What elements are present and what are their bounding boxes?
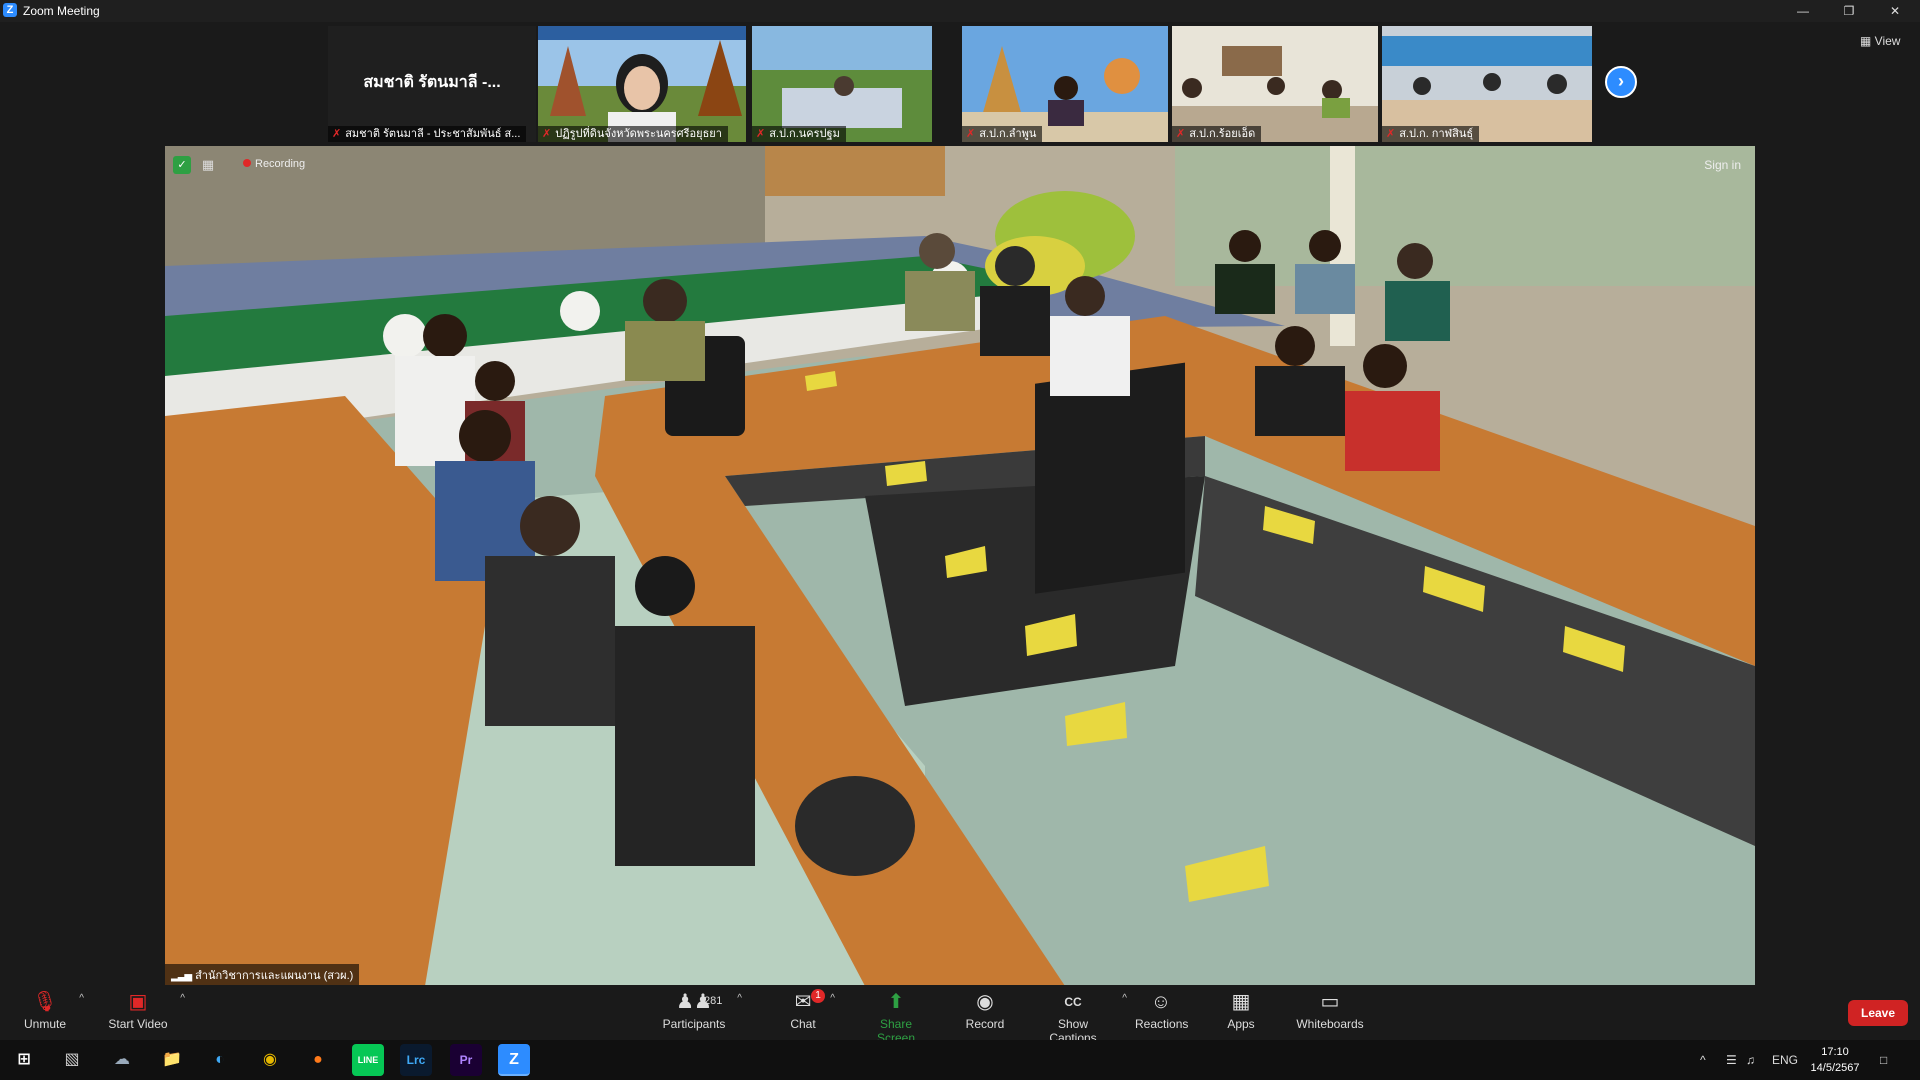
participant-name-tag: ✗ ส.ป.ก.ลำพูน [962, 126, 1043, 142]
close-icon[interactable]: ✕ [1872, 0, 1918, 22]
apps-icon: ▦ [1231, 991, 1251, 1013]
whiteboards-button[interactable]: ▭ Whiteboards [1296, 985, 1364, 1040]
participant-name-tag: ✗ ส.ป.ก. กาฬสินธุ์ [1382, 126, 1480, 142]
chevron-right-icon: › [1618, 71, 1624, 91]
participant-video [752, 26, 932, 142]
chat-button[interactable]: ✉ 1 Chat ^ [785, 985, 835, 1040]
clock-date: 14/5/2567 [1810, 1062, 1860, 1074]
audio-options-caret-icon[interactable]: ^ [79, 993, 84, 1004]
wifi-icon[interactable]: ☰ [1726, 1040, 1737, 1080]
next-page-button[interactable]: › [1605, 66, 1637, 98]
participant-name-tag: ✗ ส.ป.ก.นครปฐม [752, 126, 846, 142]
record-button[interactable]: ◉ Record [965, 985, 1005, 1040]
participant-name-tag: ✗ สมชาติ รัตนมาลี - ประชาสัมพันธ์ ส... [328, 126, 527, 142]
participant-tile[interactable]: ✗ ปฏิรูปที่ดินจังหวัดพระนครศรีอยุธยา [538, 26, 746, 142]
record-icon: ◉ [976, 991, 994, 1013]
task-view-icon[interactable]: ▧ [56, 1044, 88, 1076]
start-video-button[interactable]: ▣ Start Video ^ [105, 985, 185, 1040]
firefox-browser-icon[interactable]: ● [302, 1044, 334, 1076]
apps-button[interactable]: ▦ Apps [1226, 985, 1256, 1040]
lightroom-classic-icon[interactable]: Lrc [400, 1044, 432, 1076]
volume-icon[interactable]: ♫ [1746, 1040, 1755, 1080]
participant-name-tag: ✗ ส.ป.ก.ร้อยเอ็ด [1172, 126, 1262, 142]
mic-muted-icon: ✗ [756, 128, 766, 140]
windows-start-icon[interactable]: ⊞ [8, 1044, 40, 1076]
active-speaker-name-tag: ▂▃▅ สำนักวิชาการและแผนงาน (สวผ.) [165, 964, 360, 986]
participant-video [1382, 26, 1592, 142]
participant-tile[interactable]: สมชาติ รัตนมาลี -... ✗ สมชาติ รัตนมาลี - … [328, 26, 536, 142]
participants-button[interactable]: ♟♟ 281 Participants ^ [660, 985, 742, 1040]
participant-display-name: สมชาติ รัตนมาลี -... [363, 74, 501, 91]
participants-options-caret-icon[interactable]: ^ [737, 993, 742, 1004]
restore-icon[interactable]: ❐ [1826, 0, 1872, 22]
mic-off-icon: 🎙 [32, 991, 58, 1013]
view-button[interactable]: ▦ View [1860, 34, 1900, 48]
reactions-button[interactable]: ☺ Reactions [1135, 985, 1188, 1040]
mic-muted-icon: ✗ [542, 128, 552, 140]
active-speaker-video: ✓ ▦ Recording Sign in ▂▃▅ สำนักวิชาการและ… [165, 146, 1755, 986]
meeting-controls-toolbar: 🎙 Unmute ^ ▣ Start Video ^ ♟♟ 281 Partic… [0, 985, 1920, 1045]
system-clock[interactable]: 17:10 14/5/2567 [1805, 1044, 1865, 1076]
chat-unread-badge: 1 [811, 989, 825, 1003]
reactions-smiley-icon: ☺ [1150, 991, 1172, 1013]
title-bar: Z Zoom Meeting — ❐ ✕ [0, 0, 1920, 22]
meeting-room-scene [165, 146, 1755, 986]
photos-app-icon[interactable]: ☁ [106, 1044, 138, 1076]
chat-options-caret-icon[interactable]: ^ [830, 993, 835, 1004]
chrome-browser-icon[interactable]: ◉ [254, 1044, 286, 1076]
line-app-icon[interactable]: LINE [352, 1044, 384, 1076]
input-language-indicator[interactable]: ENG [1772, 1040, 1798, 1080]
grid-view-icon[interactable]: ▦ [199, 156, 217, 174]
participant-video [1172, 26, 1378, 142]
clock-time: 17:10 [1821, 1046, 1849, 1058]
unmute-button[interactable]: 🎙 Unmute ^ [20, 985, 84, 1040]
zoom-logo-icon: Z [3, 3, 17, 17]
recording-indicator[interactable]: Recording [243, 158, 305, 170]
mic-muted-icon: ✗ [966, 128, 976, 140]
mic-muted-icon: ✗ [332, 128, 342, 140]
video-options-caret-icon[interactable]: ^ [180, 993, 185, 1004]
participant-tile[interactable]: ✗ ส.ป.ก.ร้อยเอ็ด [1172, 26, 1378, 142]
view-grid-icon: ▦ [1860, 34, 1875, 48]
edge-browser-icon[interactable]: ◐ [204, 1044, 236, 1076]
leave-button[interactable]: Leave [1848, 1000, 1908, 1026]
participant-tile[interactable]: ✗ ส.ป.ก. กาฬสินธุ์ [1382, 26, 1592, 142]
participant-name-tag: ✗ ปฏิรูปที่ดินจังหวัดพระนครศรีอยุธยา [538, 126, 728, 142]
participant-tile[interactable]: ✗ ส.ป.ก.นครปฐม [752, 26, 932, 142]
recording-dot-icon [243, 159, 251, 167]
window-title: Zoom Meeting [23, 4, 100, 18]
closed-captions-icon: CC [1064, 995, 1082, 1009]
participant-tile[interactable]: ✗ ส.ป.ก.ลำพูน [962, 26, 1168, 142]
whiteboard-icon: ▭ [1320, 991, 1340, 1013]
mic-muted-icon: ✗ [1176, 128, 1186, 140]
notifications-icon[interactable]: □ [1880, 1040, 1887, 1080]
show-captions-button[interactable]: CC Show Captions ^ [1033, 985, 1127, 1045]
participant-video [962, 26, 1168, 142]
participants-count: 281 [704, 995, 723, 1007]
captions-options-caret-icon[interactable]: ^ [1122, 993, 1127, 1004]
zoom-app-icon[interactable]: Z [498, 1044, 530, 1076]
windows-taskbar: ⊞ ▧ ☁ 📁 ◐ ◉ ● LINE Lrc Pr Z ^ ☰ ♫ ENG 17… [0, 1040, 1920, 1080]
participant-video [538, 26, 746, 142]
video-off-icon: ▣ [128, 991, 148, 1013]
file-explorer-icon[interactable]: 📁 [156, 1044, 188, 1076]
security-shield-icon[interactable]: ✓ [173, 156, 191, 174]
signal-strength-icon: ▂▃▅ [171, 971, 192, 982]
share-screen-button[interactable]: ⬆ Share Screen [860, 985, 932, 1045]
premiere-pro-icon[interactable]: Pr [450, 1044, 482, 1076]
show-hidden-icons-chevron-icon[interactable]: ^ [1700, 1040, 1706, 1080]
sign-in-link[interactable]: Sign in [1704, 158, 1741, 172]
mic-muted-icon: ✗ [1386, 128, 1396, 140]
share-screen-icon: ⬆ [887, 991, 905, 1013]
minimize-icon[interactable]: — [1780, 0, 1826, 22]
